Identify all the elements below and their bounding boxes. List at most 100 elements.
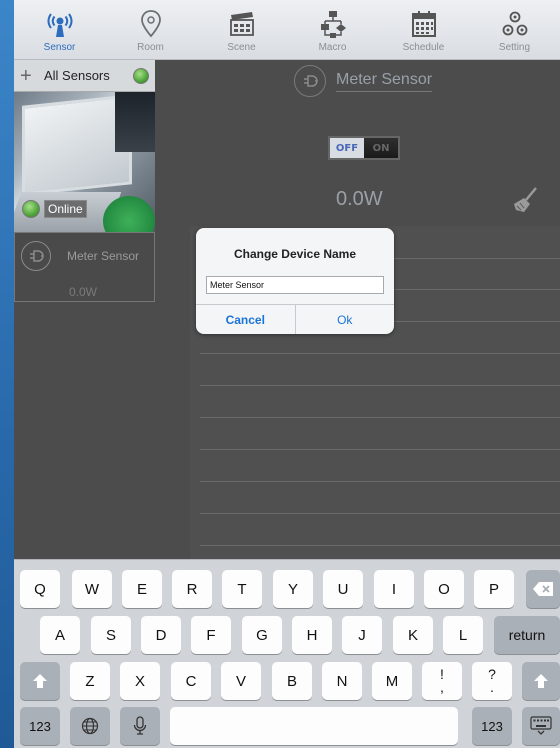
key-w[interactable]: W [72, 570, 112, 608]
key-s[interactable]: S [91, 616, 131, 654]
key-e[interactable]: E [122, 570, 162, 608]
dialog-title: Change Device Name [233, 247, 357, 261]
key-g[interactable]: G [242, 616, 282, 654]
globe-key[interactable] [70, 707, 110, 745]
note-line [200, 449, 560, 450]
key-y[interactable]: Y [273, 570, 313, 608]
tab-schedule[interactable]: Schedule [378, 0, 469, 59]
camera-scene-shadow [115, 92, 155, 152]
device-header: Meter Sensor [294, 65, 433, 97]
tab-sensor[interactable]: Sensor [14, 0, 105, 59]
device-name-input[interactable] [206, 276, 384, 294]
note-line [200, 481, 560, 482]
note-line [200, 513, 560, 514]
key-n[interactable]: N [322, 662, 362, 700]
key-q[interactable]: Q [20, 570, 60, 608]
key-x[interactable]: X [120, 662, 160, 700]
note-line [200, 385, 560, 386]
key-r[interactable]: R [172, 570, 212, 608]
camera-scene-object [103, 196, 155, 232]
status-indicator-icon [133, 67, 149, 84]
tab-bar: Sensor Room Scene Macro Schedule Setting [14, 0, 560, 60]
tab-label: Macro [318, 42, 347, 53]
all-sensors-row[interactable]: + All Sensors [14, 60, 155, 92]
shift-key-right[interactable] [522, 662, 560, 700]
shift-icon [33, 674, 47, 688]
tab-setting[interactable]: Setting [469, 0, 560, 59]
key-j[interactable]: J [342, 616, 382, 654]
key-o[interactable]: O [424, 570, 464, 608]
key-b[interactable]: B [272, 662, 312, 700]
ok-button[interactable]: Ok [296, 305, 395, 334]
numbers-key-right[interactable]: 123 [472, 707, 512, 745]
add-icon[interactable]: + [20, 66, 44, 86]
sensor-card[interactable]: Meter Sensor 0.0W [14, 232, 155, 302]
dismiss-keyboard-key[interactable] [522, 707, 560, 745]
key-d[interactable]: D [141, 616, 181, 654]
note-line [200, 417, 560, 418]
calendar-icon [411, 11, 436, 37]
clear-brush-icon[interactable] [512, 186, 540, 214]
camera-status: Online [22, 200, 87, 218]
online-indicator-icon [22, 200, 40, 218]
camera-preview[interactable]: Online [14, 92, 155, 232]
key-a[interactable]: A [40, 616, 80, 654]
note-line [200, 353, 560, 354]
cancel-button[interactable]: Cancel [196, 305, 296, 334]
space-key[interactable] [170, 707, 458, 745]
key-c[interactable]: C [171, 662, 211, 700]
backspace-key[interactable] [526, 570, 560, 608]
numbers-key-left[interactable]: 123 [20, 707, 60, 745]
key-f[interactable]: F [191, 616, 231, 654]
sensor-card-name: Meter Sensor [67, 249, 140, 263]
plug-icon [294, 65, 326, 97]
power-toggle[interactable]: OFF ON [328, 136, 400, 160]
key-exclaim-comma[interactable]: ! , [422, 662, 462, 700]
device-title[interactable]: Meter Sensor [336, 71, 433, 92]
tab-label: Schedule [402, 42, 445, 53]
wireless-sensor-icon [47, 13, 72, 37]
return-key[interactable]: return [494, 616, 560, 654]
change-name-dialog: Change Device Name Cancel Ok [196, 228, 394, 334]
globe-icon [81, 717, 99, 735]
tab-label: Setting [498, 42, 531, 53]
key-m[interactable]: M [372, 662, 412, 700]
dictation-key[interactable] [120, 707, 160, 745]
camera-status-label: Online [44, 200, 87, 218]
toggle-on-label: ON [372, 142, 390, 154]
plug-icon [21, 241, 51, 271]
key-t[interactable]: T [222, 570, 262, 608]
tab-label: Scene [227, 42, 256, 53]
clapperboard-icon [229, 12, 254, 36]
gears-icon [502, 11, 527, 36]
tab-scene[interactable]: Scene [196, 0, 287, 59]
key-k[interactable]: K [393, 616, 433, 654]
key-question-period[interactable]: ? . [472, 662, 512, 700]
dialog-buttons: Cancel Ok [196, 304, 394, 334]
key-u[interactable]: U [323, 570, 363, 608]
tab-room[interactable]: Room [105, 0, 196, 59]
shift-icon [534, 674, 548, 688]
key-bottom-char: . [490, 679, 494, 695]
key-h[interactable]: H [292, 616, 332, 654]
toggle-off-label: OFF [330, 138, 364, 158]
keyboard-dismiss-icon [530, 716, 552, 735]
shift-key-left[interactable] [20, 662, 60, 700]
power-reading: 0.0W [336, 188, 383, 210]
key-i[interactable]: I [374, 570, 414, 608]
onscreen-keyboard: Q W E R T Y U I O P A S D F G H J K L re… [14, 559, 560, 748]
sensor-sidebar: + All Sensors Online Meter Sensor 0.0W [14, 60, 155, 302]
key-l[interactable]: L [443, 616, 483, 654]
all-sensors-label: All Sensors [44, 68, 110, 83]
key-bottom-char: , [440, 679, 444, 695]
key-z[interactable]: Z [70, 662, 110, 700]
tab-label: Room [137, 42, 164, 53]
tab-macro[interactable]: Macro [287, 0, 378, 59]
note-line [200, 545, 560, 546]
microphone-icon [133, 716, 147, 735]
backspace-icon [533, 582, 553, 596]
key-v[interactable]: V [221, 662, 261, 700]
key-p[interactable]: P [474, 570, 514, 608]
map-pin-icon [140, 10, 161, 38]
tab-label: Sensor [43, 42, 76, 53]
